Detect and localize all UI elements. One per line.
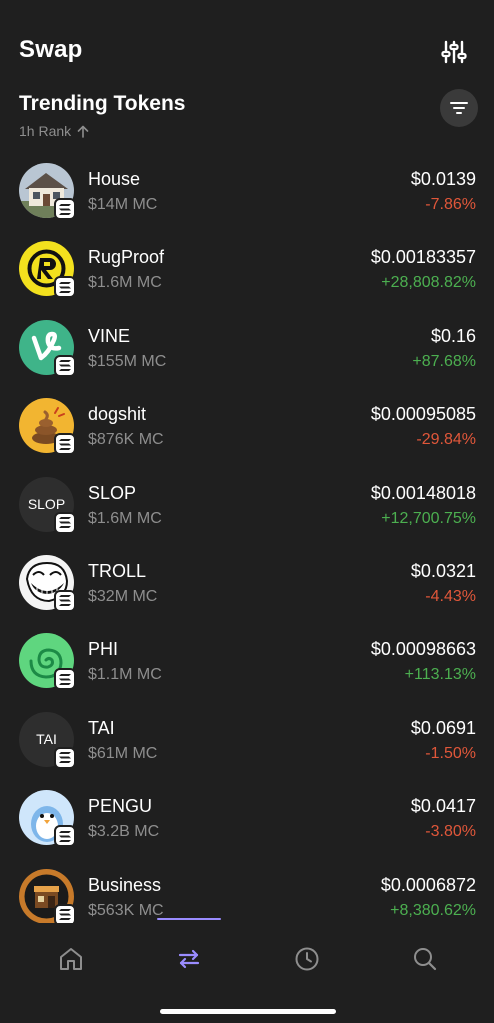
token-row[interactable]: PHI $1.1M MC $0.00098663 +113.13% (0, 623, 494, 701)
solana-icon (54, 825, 76, 848)
token-change: -3.80% (425, 823, 476, 841)
token-change: +87.68% (412, 352, 476, 370)
token-change: -4.43% (425, 587, 476, 605)
token-change: -1.50% (425, 744, 476, 762)
solana-icon (54, 433, 76, 456)
home-indicator (160, 1009, 336, 1014)
token-market-cap: $1.6M MC (88, 509, 162, 527)
solana-icon (54, 276, 76, 299)
token-name: dogshit (88, 404, 147, 425)
solana-icon (54, 511, 76, 534)
swap-icon (178, 949, 200, 969)
token-price: $0.0417 (410, 796, 476, 817)
solana-icon (54, 354, 76, 377)
token-market-cap: $1.6M MC (88, 274, 162, 292)
solana-icon (54, 198, 76, 220)
token-market-cap: $32M MC (88, 587, 158, 605)
token-name: SLOP (88, 482, 137, 503)
token-market-cap: $876K MC (88, 431, 164, 449)
solana-icon (54, 746, 76, 769)
nav-search-button[interactable] (401, 935, 449, 983)
token-change: -29.84% (416, 431, 476, 449)
section-title: Trending Tokens (19, 92, 186, 115)
token-change: +12,700.75% (381, 509, 476, 527)
token-change: +8,380.62% (390, 901, 476, 919)
active-tab-indicator (157, 918, 221, 920)
token-price: $0.00098663 (370, 639, 476, 660)
search-icon (414, 948, 437, 971)
token-price: $0.00095085 (370, 404, 476, 425)
nav-swap-button[interactable] (165, 935, 213, 983)
arrow-up-icon (77, 125, 89, 138)
token-row[interactable]: TAI TAI $61M MC $0.0691 -1.50% (0, 702, 494, 780)
token-name: RugProof (88, 247, 165, 268)
nav-home-button[interactable] (47, 935, 95, 983)
sliders-icon (441, 40, 467, 64)
token-change: +113.13% (404, 666, 476, 684)
token-price: $0.0139 (410, 169, 476, 189)
token-change: -7.86% (425, 196, 476, 213)
token-price: $0.00183357 (370, 247, 476, 268)
token-row[interactable]: dogshit $876K MC $0.00095085 -29.84% (0, 388, 494, 466)
token-market-cap: $14M MC (88, 196, 158, 213)
token-row[interactable]: Business $563K MC $0.0006872 +8,380.62% (0, 859, 494, 923)
token-row[interactable]: VINE $155M MC $0.16 +87.68% (0, 310, 494, 388)
token-row[interactable]: TROLL $32M MC $0.0321 -4.43% (0, 545, 494, 623)
token-list[interactable]: House $14M MC $0.0139 -7.86% RugProof $1… (0, 153, 494, 923)
token-name: TROLL (88, 560, 147, 581)
token-market-cap: $1.1M MC (88, 666, 162, 684)
token-price: $0.0321 (410, 560, 476, 581)
page-title: Swap (19, 36, 83, 63)
filter-icon (450, 102, 468, 114)
token-market-cap: $155M MC (88, 352, 167, 370)
token-name: TAI (88, 717, 115, 738)
nav-activity-button[interactable] (283, 935, 331, 983)
solana-icon (54, 903, 76, 923)
token-market-cap: $61M MC (88, 744, 158, 762)
token-market-cap: $563K MC (88, 901, 164, 919)
token-market-cap: $3.2B MC (88, 823, 160, 841)
token-name: House (88, 169, 141, 189)
solana-icon (54, 668, 76, 691)
token-price: $0.00148018 (370, 482, 476, 503)
token-row[interactable]: RugProof $1.6M MC $0.00183357 +28,808.82… (0, 231, 494, 309)
token-row[interactable]: PENGU $3.2B MC $0.0417 -3.80% (0, 780, 494, 858)
token-price: $0.16 (430, 325, 476, 346)
token-name: Business (88, 874, 162, 895)
token-change: +28,808.82% (381, 274, 476, 292)
solana-icon (54, 589, 76, 612)
clock-icon (295, 947, 319, 971)
rank-label: 1h Rank (19, 123, 72, 139)
home-icon (60, 948, 82, 970)
rank-sort-toggle[interactable]: 1h Rank (19, 123, 89, 139)
token-name: PHI (88, 639, 119, 660)
token-name: PENGU (88, 796, 153, 817)
token-price: $0.0006872 (380, 874, 476, 895)
token-row[interactable]: House $14M MC $0.0139 -7.86% (0, 153, 494, 231)
filter-button[interactable] (440, 89, 478, 127)
token-name: VINE (88, 325, 131, 346)
header: Swap (0, 0, 494, 90)
settings-button[interactable] (438, 36, 470, 68)
token-row[interactable]: SLOP SLOP $1.6M MC $0.00148018 +12,700.7… (0, 467, 494, 545)
bottom-nav (0, 923, 494, 1023)
token-price: $0.0691 (410, 717, 476, 738)
